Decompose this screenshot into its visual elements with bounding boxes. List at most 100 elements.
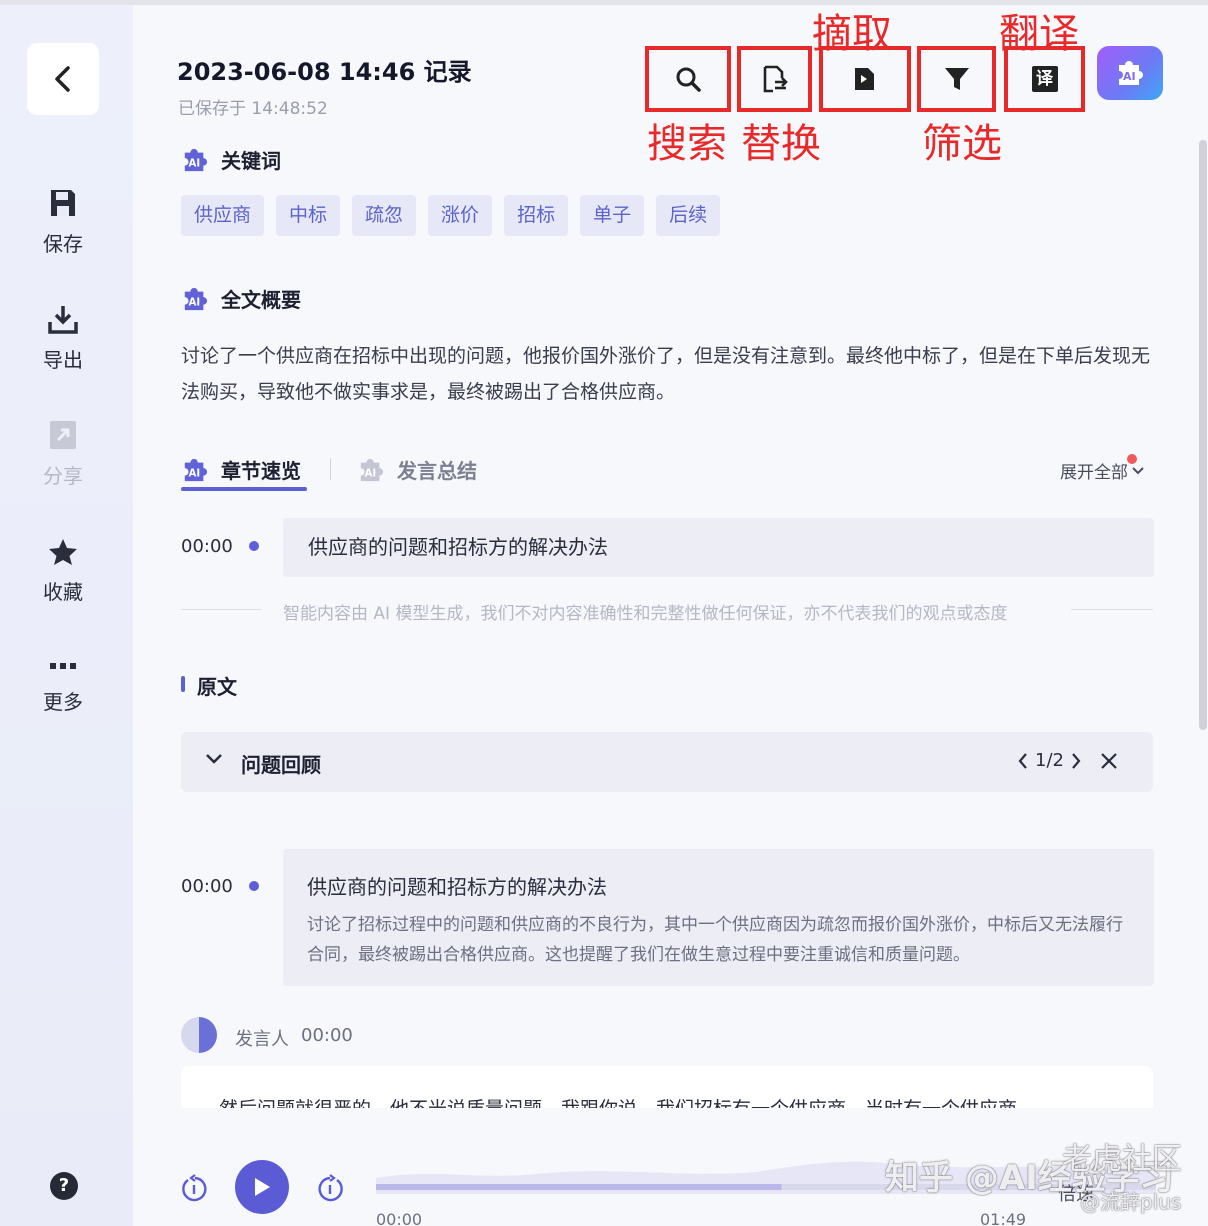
ai-puzzle-icon: AI xyxy=(360,458,384,481)
keywords-heading: AI 关键词 xyxy=(181,145,281,174)
chapter-time[interactable]: 00:00 xyxy=(181,536,233,557)
download-icon xyxy=(48,306,78,334)
chapter-card: 供应商的问题和招标方的解决办法 讨论了招标过程中的问题和供应商的不良行为，其中一… xyxy=(283,849,1154,986)
avatar xyxy=(181,1017,217,1053)
ai-puzzle-icon: AI xyxy=(184,148,208,171)
tab-divider xyxy=(330,458,331,480)
sidebar-item-label: 分享 xyxy=(43,464,83,488)
tab-chapter-overview[interactable]: AI 章节速览 xyxy=(181,455,301,484)
ai-puzzle-icon: AI xyxy=(1119,61,1143,85)
progress-fill xyxy=(376,1184,782,1190)
watermark-community: 老虎社区 xyxy=(1062,1142,1182,1177)
chevron-left-icon xyxy=(55,66,70,92)
ai-puzzle-icon: AI xyxy=(184,458,208,481)
ai-disclaimer: 智能内容由 AI 模型生成，我们不对内容准确性和完整性做任何保证，亦不代表我们的… xyxy=(283,604,1008,624)
sidebar-item-label: 保存 xyxy=(43,232,83,256)
divider xyxy=(181,609,261,610)
time-end: 01:49 xyxy=(980,1210,1027,1226)
sidebar-item-favorite[interactable]: 收藏 xyxy=(0,538,126,605)
chapter-title: 供应商的问题和招标方的解决办法 xyxy=(308,535,608,559)
sidebar-item-label: 导出 xyxy=(43,348,83,372)
replace-icon xyxy=(763,65,788,93)
annotation-search: 搜索 xyxy=(647,121,727,167)
chevron-down-icon[interactable] xyxy=(205,753,223,765)
original-heading: 原文 xyxy=(197,675,237,699)
tab-label: 发言总结 xyxy=(397,459,477,483)
sidebar-item-more[interactable]: 更多 xyxy=(0,660,126,715)
chevron-down-icon xyxy=(1132,466,1144,474)
play-button[interactable] xyxy=(235,1160,289,1214)
summary-heading: AI 全文概要 xyxy=(181,284,301,313)
annotation-filter: 筛选 xyxy=(922,121,1002,167)
svg-text:AI: AI xyxy=(365,468,377,479)
watermark-author: @流辞plus xyxy=(1080,1190,1182,1214)
back-button[interactable] xyxy=(27,43,99,115)
notification-dot xyxy=(1127,454,1137,464)
tab-speech-summary[interactable]: AI 发言总结 xyxy=(357,455,477,484)
speaker-name[interactable]: 发言人 xyxy=(235,1025,289,1051)
sidebar-item-share[interactable]: 分享 xyxy=(0,420,126,489)
search-button[interactable] xyxy=(645,46,731,112)
page-title: 2023-06-08 14:46 记录 xyxy=(177,58,472,86)
expand-all-button[interactable]: 展开全部 xyxy=(1060,454,1145,483)
chapter-item[interactable]: 供应商的问题和招标方的解决办法 xyxy=(283,518,1154,577)
keyword-tag[interactable]: 中标 xyxy=(276,195,341,236)
search-icon xyxy=(676,67,701,92)
keyword-tag[interactable]: 单子 xyxy=(580,195,645,236)
svg-text:AI: AI xyxy=(1123,70,1136,83)
play-icon xyxy=(255,1178,270,1196)
speaker-time[interactable]: 00:00 xyxy=(301,1025,353,1046)
search-term: 问题回顾 xyxy=(241,753,321,777)
extract-icon xyxy=(855,68,874,90)
keyword-tag[interactable]: 后续 xyxy=(656,195,721,236)
annotation-replace: 替换 xyxy=(741,121,821,167)
timeline-dot xyxy=(249,881,259,891)
save-icon xyxy=(51,190,75,216)
keyword-tag[interactable]: 涨价 xyxy=(428,195,493,236)
chevron-left-icon[interactable] xyxy=(1017,752,1029,770)
card-title: 供应商的问题和招标方的解决办法 xyxy=(307,875,607,899)
annotation-translate: 翻译 xyxy=(999,11,1079,57)
ai-puzzle-icon: AI xyxy=(184,287,208,310)
filter-button[interactable] xyxy=(917,46,996,112)
search-pager: 1/2 xyxy=(1017,750,1118,771)
more-icon xyxy=(50,663,76,669)
search-pager-count: 1/2 xyxy=(1035,750,1064,771)
search-result-bar: 问题回顾 1/2 xyxy=(181,732,1153,792)
card-body: 讨论了招标过程中的问题和供应商的不良行为，其中一个供应商因为疏忽而报价国外涨价，… xyxy=(307,915,1123,965)
ai-assistant-button[interactable]: AI xyxy=(1097,46,1163,100)
keyword-tag[interactable]: 招标 xyxy=(504,195,569,236)
sidebar-item-export[interactable]: 导出 xyxy=(0,304,126,373)
saved-status: 已保存于 14:48:52 xyxy=(178,99,328,119)
expand-all-label: 展开全部 xyxy=(1060,463,1128,483)
tab-label: 章节速览 xyxy=(221,459,301,483)
sidebar-item-label: 收藏 xyxy=(43,580,83,604)
translate-icon: 译 xyxy=(1031,66,1058,92)
forward-icon[interactable] xyxy=(315,1174,345,1204)
help-icon[interactable]: ? xyxy=(50,1172,78,1200)
keyword-tags: 供应商 中标 疏忽 涨价 招标 单子 后续 xyxy=(181,195,732,236)
svg-text:AI: AI xyxy=(189,297,201,308)
summary-text: 讨论了一个供应商在招标中出现的问题，他报价国外涨价了，但是没有注意到。最终他中标… xyxy=(181,345,1151,403)
close-icon[interactable] xyxy=(1100,752,1118,770)
chevron-right-icon[interactable] xyxy=(1070,752,1082,770)
scrollbar[interactable] xyxy=(1199,140,1207,730)
time-start: 00:00 xyxy=(376,1210,423,1226)
keyword-tag[interactable]: 疏忽 xyxy=(352,195,417,236)
keyword-tag[interactable]: 供应商 xyxy=(181,195,265,236)
sidebar-item-save[interactable]: 保存 xyxy=(0,188,126,257)
svg-text:AI: AI xyxy=(189,158,201,169)
transcript-block: 然后问题就很严的，他不光说质量问题，我跟你说，我们招标有一个供应商，当时有一个供… xyxy=(181,1066,1153,1108)
star-icon xyxy=(49,539,77,565)
divider xyxy=(1071,609,1153,610)
tab-active-indicator xyxy=(181,487,307,491)
summary-heading-label: 全文概要 xyxy=(221,288,301,312)
card-time[interactable]: 00:00 xyxy=(181,876,233,897)
timeline-dot xyxy=(249,541,259,551)
keywords-heading-label: 关键词 xyxy=(221,149,281,173)
svg-text:AI: AI xyxy=(189,468,201,479)
replace-button[interactable] xyxy=(737,46,812,112)
filter-icon xyxy=(944,68,969,90)
section-marker xyxy=(181,676,185,692)
rewind-icon[interactable] xyxy=(180,1174,210,1204)
